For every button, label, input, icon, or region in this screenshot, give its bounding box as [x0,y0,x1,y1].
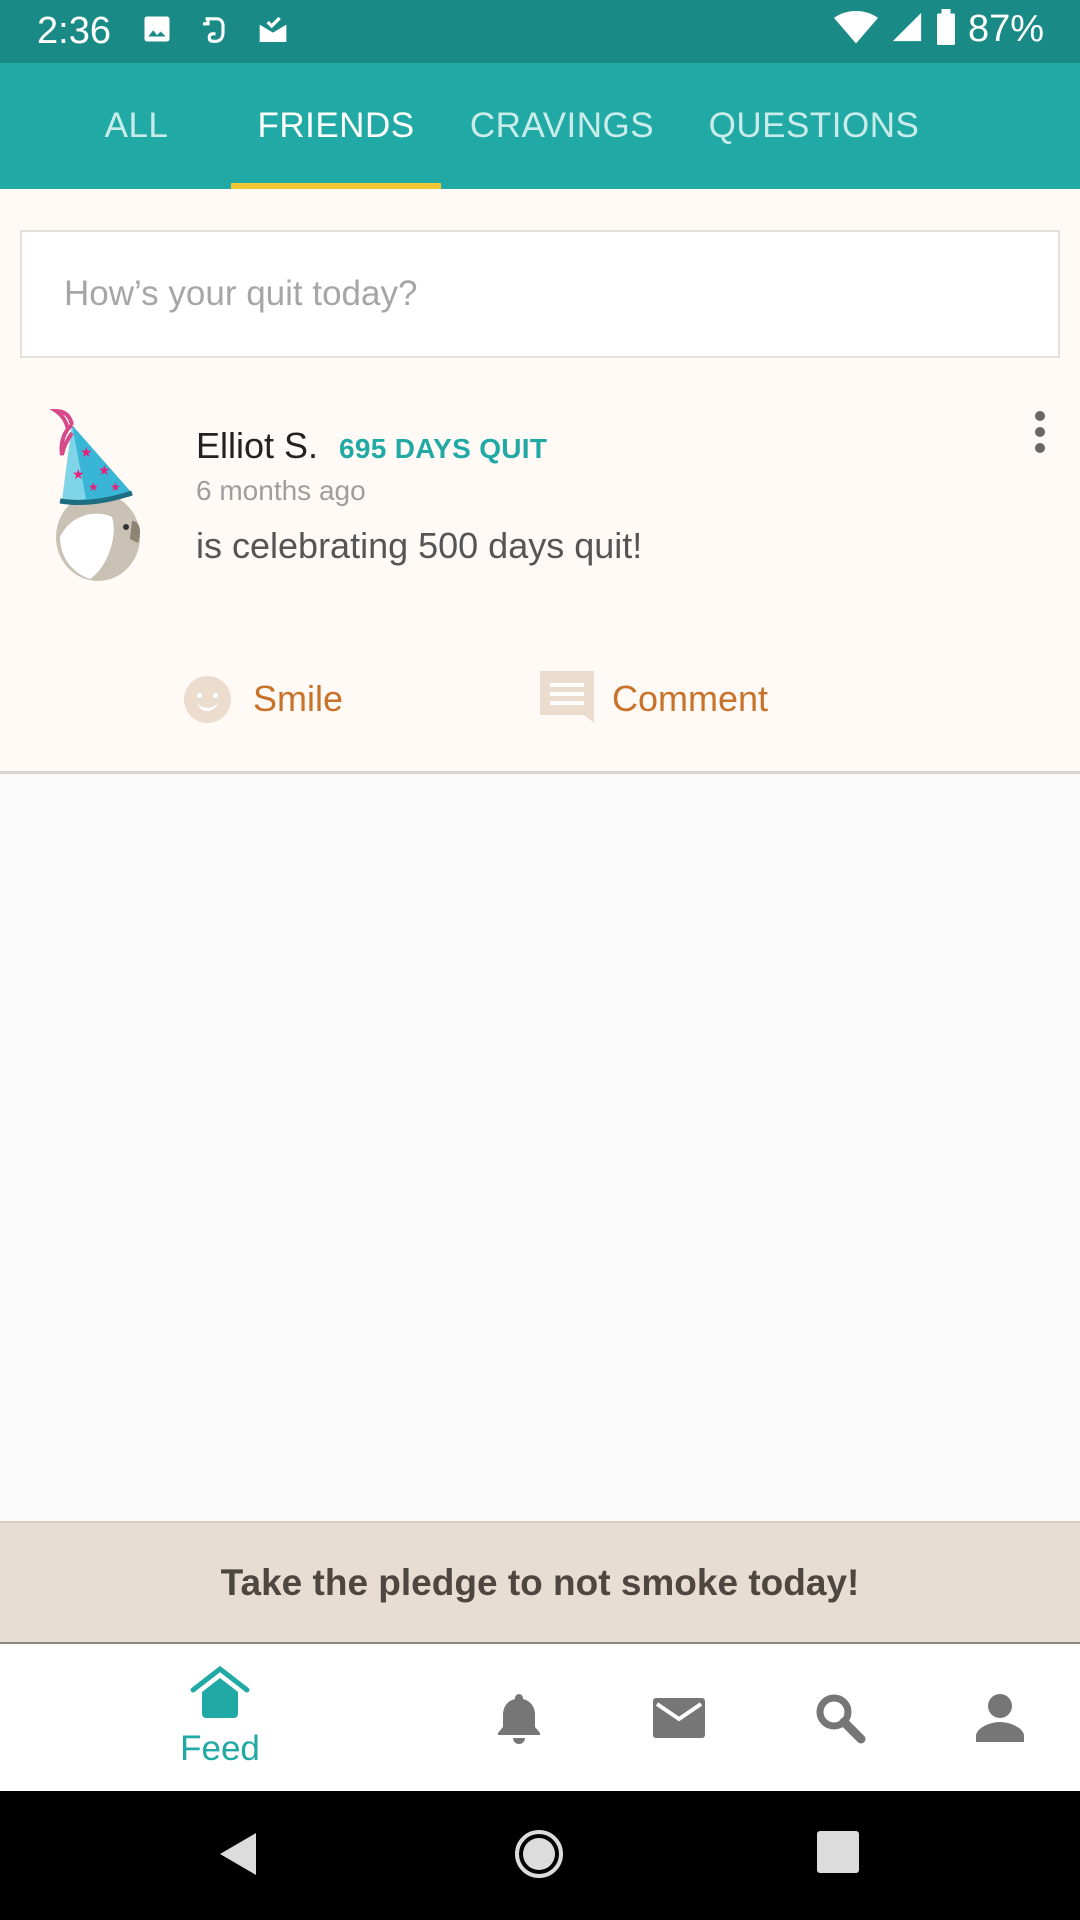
nav-feed[interactable]: Feed [160,1665,280,1769]
svg-text:★: ★ [98,463,111,479]
image-icon [142,14,172,49]
comment-button[interactable]: Comment [540,669,768,729]
post-body: is celebrating 500 days quit! [196,525,643,566]
more-options-icon[interactable] [1030,411,1050,461]
comment-label: Comment [612,678,769,719]
pledge-text: Take the pledge to not smoke today! [220,1562,860,1603]
mail-icon[interactable] [653,1698,705,1743]
status-time: 2:36 [37,10,111,52]
battery-percent: 87% [967,8,1044,50]
days-quit-badge: 695 DAYS QUIT [339,433,548,464]
smile-button[interactable]: Smile [184,669,343,729]
compose-input[interactable] [22,232,1058,356]
feed-content: ★ ★ ★ ★ ★ Elliot S. 695 DAYS QUIT 6 mont… [0,189,1080,774]
pledge-banner[interactable]: Take the pledge to not smoke today! [0,1521,1080,1644]
tab-all[interactable]: ALL [64,63,209,189]
system-nav-bar [0,1791,1080,1920]
home-icon [189,1665,251,1722]
status-bar: 2:36 87% [0,0,1080,63]
back-icon[interactable] [216,1831,258,1882]
tab-friends[interactable]: FRIENDS [231,63,441,189]
post-timestamp: 6 months ago [196,475,366,506]
svg-text:★: ★ [88,480,99,494]
person-icon[interactable] [974,1694,1026,1747]
bell-icon[interactable] [496,1692,542,1749]
nav-feed-label: Feed [180,1729,260,1768]
svg-text:★: ★ [72,467,85,483]
home-button-icon[interactable] [514,1829,564,1884]
battery-icon [936,9,956,50]
search-icon[interactable] [814,1692,866,1749]
smile-icon [184,675,231,723]
mail-check-icon [256,14,290,51]
evernote-icon [198,14,228,51]
smile-label: Smile [253,678,344,719]
signal-icon [890,10,924,49]
avatar[interactable]: ★ ★ ★ ★ ★ [42,408,152,589]
svg-text:★: ★ [110,480,121,494]
svg-text:★: ★ [80,445,93,461]
comment-icon [540,670,594,728]
bottom-nav: Feed [0,1644,1080,1791]
feed-tab-bar: ALL FRIENDS CRAVINGS QUESTIONS [0,63,1080,189]
wifi-icon [833,10,878,49]
tab-cravings[interactable]: CRAVINGS [462,63,662,189]
tab-questions[interactable]: QUESTIONS [703,63,925,189]
recents-icon[interactable] [817,1831,859,1878]
compose-box[interactable] [20,230,1060,358]
post-author-name[interactable]: Elliot S. [196,425,318,467]
